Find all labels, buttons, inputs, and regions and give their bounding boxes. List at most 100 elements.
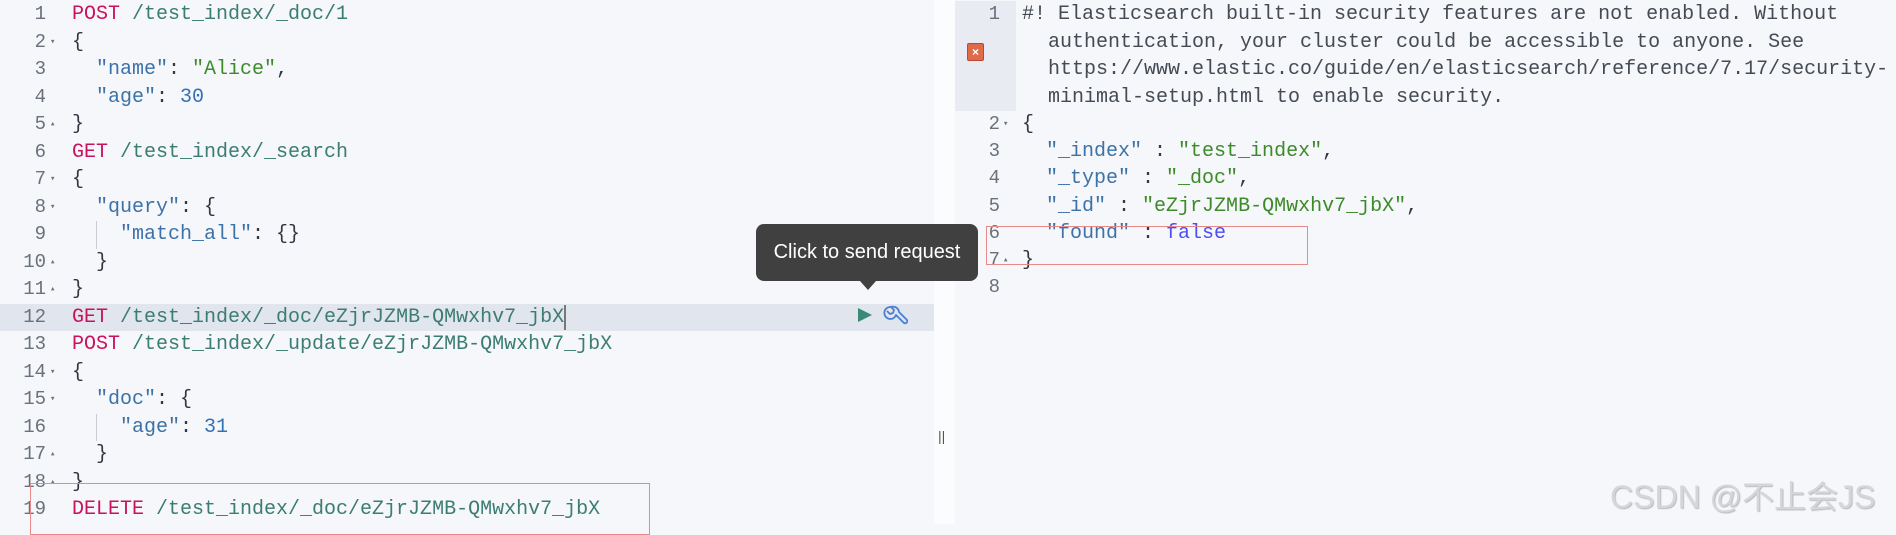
line-number: 1 bbox=[34, 3, 46, 25]
code-line[interactable]: 4 "age": 30 bbox=[0, 84, 934, 112]
token-method: POST bbox=[72, 333, 121, 356]
token-key: "query" bbox=[96, 195, 181, 219]
line-number: 8 bbox=[34, 195, 46, 218]
token-punc: { bbox=[72, 30, 85, 54]
code-line[interactable]: 3 "name": "Alice", bbox=[0, 56, 934, 84]
code-text: POST /test_index/_update/eZjrJZMB-QMwxhv… bbox=[72, 331, 612, 359]
token-punc: : { bbox=[180, 195, 217, 219]
token-path: /test_index/_search bbox=[108, 140, 349, 164]
code-text: { bbox=[72, 29, 84, 57]
token-punc: : bbox=[1130, 167, 1167, 191]
code-line[interactable]: 15 ▾ "doc": { bbox=[0, 386, 934, 414]
token-punc: } bbox=[72, 278, 85, 301]
code-line-active[interactable]: 12 GET /test_index/_doc/eZjrJZMB-QMwxhv7_… bbox=[0, 303, 934, 332]
line-number: 6 bbox=[34, 140, 46, 163]
code-text: { bbox=[1022, 111, 1034, 139]
token-num: 31 bbox=[204, 415, 229, 439]
token-punc: , bbox=[1238, 167, 1251, 191]
token-punc: { bbox=[72, 360, 85, 384]
code-text: "doc": { bbox=[72, 386, 192, 414]
code-line[interactable]: 2 ▾ { bbox=[0, 29, 934, 57]
highlight-box-found-false bbox=[986, 226, 1308, 265]
wrench-icon[interactable] bbox=[882, 304, 908, 330]
token-path: /test_index/_update/eZjrJZMB-QMwxhv7_jbX bbox=[120, 333, 613, 356]
line-number: 4 bbox=[988, 167, 1000, 190]
tooltip-arrow bbox=[860, 281, 876, 290]
line-number: 9 bbox=[34, 223, 46, 245]
token-key: "name" bbox=[96, 58, 169, 81]
code-line[interactable]: 13 POST /test_index/_update/eZjrJZMB-QMwx… bbox=[0, 331, 934, 359]
code-line[interactable]: 8 ▾ "query": { bbox=[0, 194, 934, 222]
line-number: 3 bbox=[34, 58, 46, 80]
fold-expand-icon[interactable]: ▴ bbox=[50, 249, 55, 277]
security-warning-text: #! Elasticsearch built-in security featu… bbox=[1022, 3, 1889, 109]
token-punc: : bbox=[1142, 140, 1179, 164]
token-punc: : {} bbox=[252, 223, 301, 246]
code-text: "name": "Alice", bbox=[72, 56, 288, 84]
fold-collapse-icon[interactable]: ▾ bbox=[50, 29, 55, 57]
highlight-box-delete-request bbox=[30, 483, 650, 535]
line-number: 14 bbox=[23, 360, 46, 383]
indent-guide bbox=[96, 221, 97, 249]
line-number: 15 bbox=[23, 388, 46, 410]
code-text: "match_all": {} bbox=[72, 221, 300, 249]
code-text: } bbox=[72, 276, 84, 304]
code-text: "query": { bbox=[72, 194, 216, 222]
token-str: "Alice" bbox=[192, 58, 277, 81]
code-line: 8 bbox=[955, 274, 1896, 302]
code-line[interactable]: 5 ▴} bbox=[0, 111, 934, 139]
token-str: "test_index" bbox=[1178, 140, 1323, 164]
fold-expand-icon[interactable]: ▴ bbox=[50, 441, 55, 469]
line-number: 2 bbox=[988, 113, 1000, 135]
fold-collapse-icon[interactable]: ▾ bbox=[50, 166, 55, 194]
code-line[interactable]: 14 ▾ { bbox=[0, 359, 934, 387]
token-method: GET bbox=[72, 140, 109, 164]
line-number: 5 bbox=[988, 194, 1000, 217]
code-line[interactable]: 17 ▴ } bbox=[0, 441, 934, 469]
token-punc: { bbox=[72, 168, 85, 191]
token-punc: , bbox=[1322, 140, 1335, 164]
token-punc: : { bbox=[156, 388, 193, 411]
resize-handle-icon[interactable]: || bbox=[938, 428, 945, 444]
token-key: "doc" bbox=[96, 388, 157, 411]
code-line[interactable]: 7 ▾ { bbox=[0, 166, 934, 194]
fold-expand-icon[interactable]: ▴ bbox=[50, 111, 55, 139]
code-text: { bbox=[72, 359, 84, 387]
code-line[interactable]: 6 GET /test_index/_search bbox=[0, 139, 934, 167]
code-text: "_index" : "test_index", bbox=[1022, 138, 1334, 166]
line-number: 1 bbox=[988, 3, 1000, 25]
play-icon[interactable] bbox=[858, 308, 872, 322]
token-punc: } bbox=[96, 250, 109, 274]
code-line: 3 "_index" : "test_index", bbox=[955, 138, 1896, 166]
code-line[interactable]: 16 "age": 31 bbox=[0, 413, 934, 441]
code-text: GET /test_index/_doc/eZjrJZMB-QMwxhv7_jb… bbox=[72, 304, 564, 332]
code-text: } bbox=[72, 111, 84, 139]
token-key: "match_all" bbox=[120, 223, 253, 246]
code-text: "_id" : "eZjrJZMB-QMwxhv7_jbX", bbox=[1022, 193, 1418, 221]
code-line: 4 "_type" : "_doc", bbox=[955, 165, 1896, 193]
fold-expand-icon[interactable]: ▴ bbox=[50, 276, 55, 304]
token-punc: : bbox=[180, 415, 205, 439]
token-str: "_doc" bbox=[1166, 167, 1239, 191]
text-cursor bbox=[564, 304, 566, 330]
token-punc: } bbox=[96, 443, 109, 466]
fold-collapse-icon[interactable]: ▾ bbox=[50, 386, 55, 414]
token-path: /test_index/_doc/1 bbox=[120, 3, 349, 26]
fold-collapse-icon[interactable]: ▾ bbox=[1003, 111, 1008, 139]
fold-collapse-icon[interactable]: ▾ bbox=[50, 194, 55, 222]
token-key: "_index" bbox=[1046, 140, 1143, 164]
indent-guide bbox=[96, 413, 97, 441]
token-method: POST bbox=[72, 3, 121, 26]
fold-collapse-icon[interactable]: ▾ bbox=[50, 359, 55, 387]
token-method: GET bbox=[72, 305, 109, 329]
line-number: 7 bbox=[34, 168, 46, 190]
code-line: 5 "_id" : "eZjrJZMB-QMwxhv7_jbX", bbox=[955, 193, 1896, 221]
line-number: 5 bbox=[34, 113, 46, 135]
code-line[interactable]: 1 POST /test_index/_doc/1 bbox=[0, 1, 934, 29]
token-str: "eZjrJZMB-QMwxhv7_jbX" bbox=[1142, 194, 1407, 218]
token-punc: { bbox=[1022, 113, 1035, 136]
watermark: CSDN @不止会JS bbox=[1610, 479, 1876, 515]
token-key: "_type" bbox=[1046, 167, 1131, 191]
token-punc: : bbox=[1106, 194, 1143, 218]
token-key: "age" bbox=[96, 85, 157, 109]
